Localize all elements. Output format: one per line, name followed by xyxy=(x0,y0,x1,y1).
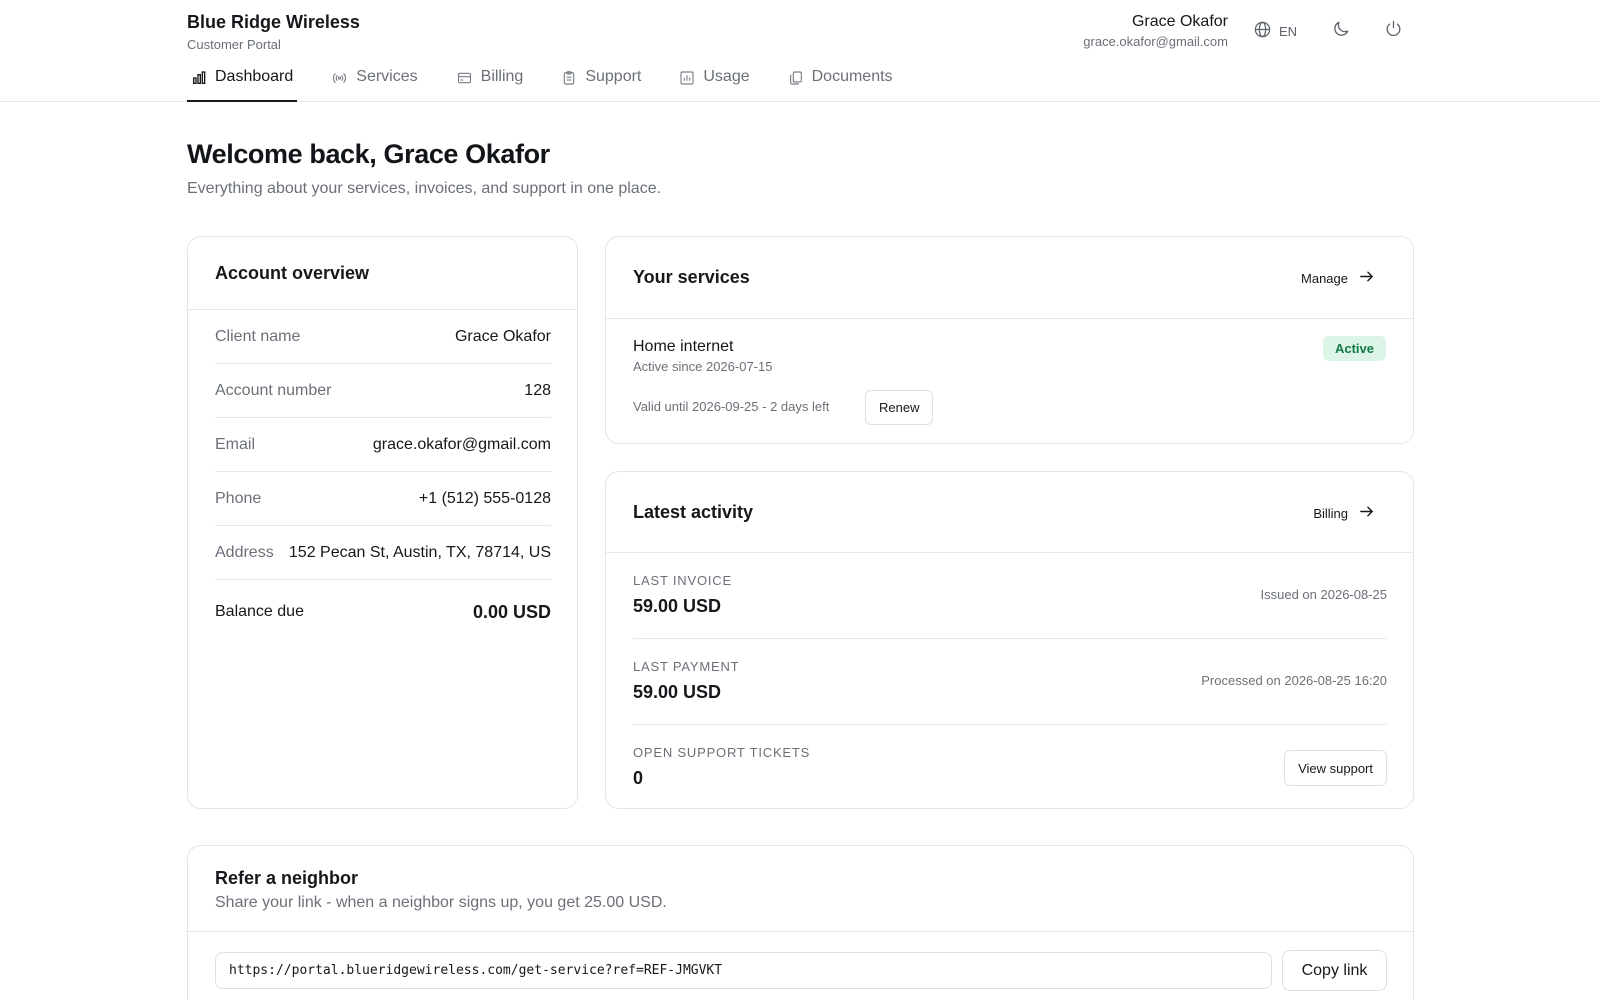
tab-label: Services xyxy=(356,68,418,85)
detail-value: grace.okafor@gmail.com xyxy=(372,435,551,453)
card-title: Refer a neighbor xyxy=(215,868,359,888)
broadcast-icon xyxy=(331,68,348,91)
detail-row-email: Email grace.okafor@gmail.com xyxy=(215,418,551,472)
latest-activity-card: Latest activity Billing LAST INVOICE 59.… xyxy=(605,471,1414,809)
brand-title[interactable]: Blue Ridge Wireless xyxy=(187,12,360,33)
user-info[interactable]: Grace Okafor grace.okafor@gmail.com xyxy=(1083,13,1228,49)
clipboard-icon xyxy=(561,68,577,91)
detail-row-client-name: Client name Grace Okafor xyxy=(215,310,551,364)
referral-card: Refer a neighbor Share your link - when … xyxy=(187,845,1414,1000)
main-tabs: Dashboard Services Billing Support Usage… xyxy=(187,62,897,102)
theme-toggle-button[interactable] xyxy=(1329,19,1353,43)
balance-row: Balance due 0.00 USD xyxy=(215,580,551,644)
chart-icon xyxy=(679,68,695,91)
activity-meta: Processed on 2026-08-25 16:20 xyxy=(1201,673,1387,688)
activity-row-last-invoice: LAST INVOICE 59.00 USD Issued on 2026-08… xyxy=(633,553,1387,639)
tab-documents[interactable]: Documents xyxy=(784,62,897,102)
power-icon xyxy=(1384,19,1403,43)
tab-label: Billing xyxy=(480,68,524,85)
service-since: Active since 2026-07-15 xyxy=(633,359,773,374)
services-card: Your services Manage Home internet Activ… xyxy=(605,236,1414,444)
activity-value: 59.00 USD xyxy=(633,596,722,616)
balance-label: Balance due xyxy=(215,603,304,620)
detail-label: Account number xyxy=(215,381,332,399)
detail-value: 128 xyxy=(524,381,551,399)
activity-label: OPEN SUPPORT TICKETS xyxy=(633,745,811,760)
tab-services[interactable]: Services xyxy=(327,62,421,102)
credit-card-icon xyxy=(456,68,473,91)
brand-subtitle: Customer Portal xyxy=(187,37,281,52)
detail-row-address: Address 152 Pecan St, Austin, TX, 78714,… xyxy=(215,526,551,580)
account-overview-card: Account overview Client name Grace Okafo… xyxy=(187,236,578,809)
page-subtitle: Everything about your services, invoices… xyxy=(187,180,662,197)
view-support-button[interactable]: View support xyxy=(1284,750,1387,786)
logout-button[interactable] xyxy=(1381,19,1405,43)
billing-link-button[interactable]: Billing xyxy=(1313,503,1375,523)
manage-button[interactable]: Manage xyxy=(1301,268,1375,288)
account-details: Client name Grace Okafor Account number … xyxy=(215,310,551,644)
detail-label: Phone xyxy=(215,489,262,507)
documents-icon xyxy=(788,68,804,91)
detail-value: 152 Pecan St, Austin, TX, 78714, US xyxy=(288,543,551,561)
renew-button[interactable]: Renew xyxy=(865,390,934,425)
detail-row-account-number: Account number 128 xyxy=(215,364,551,418)
copy-link-button[interactable]: Copy link xyxy=(1282,950,1387,991)
service-name: Home internet xyxy=(633,338,734,355)
tab-label: Documents xyxy=(811,68,893,85)
activity-meta: Issued on 2026-08-25 xyxy=(1260,587,1387,602)
status-badge: Active xyxy=(1322,336,1386,361)
detail-row-phone: Phone +1 (512) 555-0128 xyxy=(215,472,551,526)
arrow-right-icon xyxy=(1358,503,1375,523)
tab-support[interactable]: Support xyxy=(557,62,645,102)
user-email: grace.okafor@gmail.com xyxy=(1083,34,1228,49)
tab-label: Usage xyxy=(703,68,750,85)
detail-value: +1 (512) 555-0128 xyxy=(418,489,551,507)
detail-label: Email xyxy=(215,435,256,453)
card-subtitle: Share your link - when a neighbor signs … xyxy=(215,894,667,911)
activity-label: LAST PAYMENT xyxy=(633,659,740,674)
service-validity: Valid until 2026-09-25 - 2 days left xyxy=(633,399,830,414)
card-title: Account overview xyxy=(215,263,370,283)
card-title: Latest activity xyxy=(633,502,754,522)
divider xyxy=(188,931,1413,932)
divider xyxy=(606,318,1413,319)
tab-label: Support xyxy=(585,68,642,85)
top-header: Blue Ridge Wireless Customer Portal Grac… xyxy=(0,0,1600,102)
moon-icon xyxy=(1331,19,1351,44)
activity-list: LAST INVOICE 59.00 USD Issued on 2026-08… xyxy=(633,553,1387,811)
arrow-right-icon xyxy=(1358,268,1375,288)
language-code: EN xyxy=(1279,23,1298,39)
detail-label: Address xyxy=(215,543,274,561)
detail-label: Client name xyxy=(215,327,301,345)
referral-link-field[interactable]: https://portal.blueridgewireless.com/get… xyxy=(215,952,1272,989)
billing-link-label: Billing xyxy=(1313,505,1348,521)
balance-value: 0.00 USD xyxy=(472,601,551,622)
detail-value: Grace Okafor xyxy=(454,327,551,345)
tab-billing[interactable]: Billing xyxy=(452,62,528,102)
activity-row-last-payment: LAST PAYMENT 59.00 USD Processed on 2026… xyxy=(633,639,1387,725)
manage-label: Manage xyxy=(1301,270,1348,286)
tab-label: Dashboard xyxy=(215,68,294,85)
page-title: Welcome back, Grace Okafor xyxy=(187,139,550,169)
tab-dashboard[interactable]: Dashboard xyxy=(187,62,298,102)
activity-value: 59.00 USD xyxy=(633,682,722,702)
language-switcher[interactable]: EN xyxy=(1253,20,1297,42)
globe-icon xyxy=(1253,20,1272,42)
activity-row-open-tickets: OPEN SUPPORT TICKETS 0 View support xyxy=(633,725,1387,811)
user-name: Grace Okafor xyxy=(1131,13,1228,30)
activity-value: 0 xyxy=(633,768,644,788)
tab-usage[interactable]: Usage xyxy=(675,62,753,102)
activity-label: LAST INVOICE xyxy=(633,573,732,588)
bar-chart-icon xyxy=(191,68,207,91)
card-title: Your services xyxy=(633,267,750,287)
